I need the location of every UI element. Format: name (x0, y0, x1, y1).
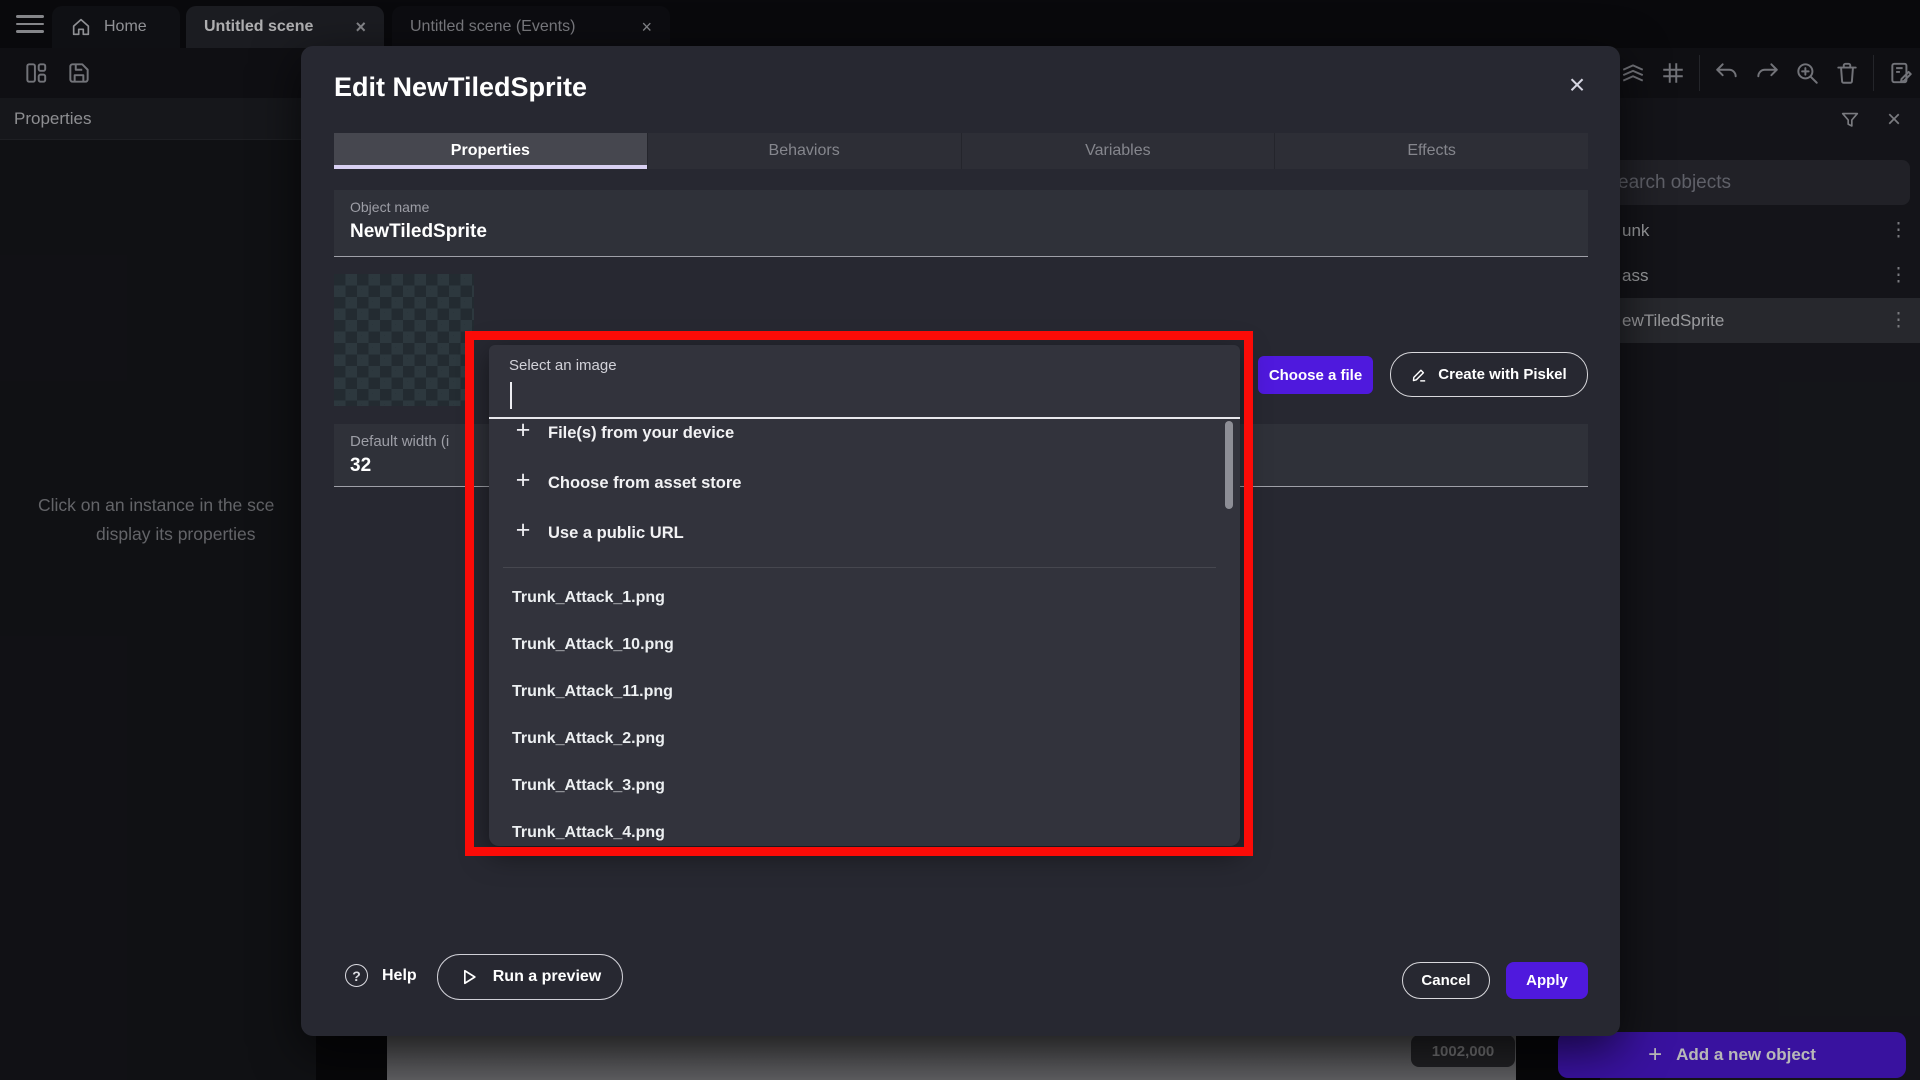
dialog-tabs: Properties Behaviors Variables Effects (334, 133, 1588, 169)
help-icon: ? (345, 964, 368, 987)
menu-item-file[interactable]: Trunk_Attack_4.png (489, 808, 1240, 846)
apply-button[interactable]: Apply (1506, 962, 1588, 999)
menu-item-file[interactable]: Trunk_Attack_3.png (489, 761, 1240, 811)
create-with-piskel-button[interactable]: Create with Piskel (1390, 352, 1588, 397)
menu-item-public-url[interactable]: + Use a public URL (489, 508, 1240, 558)
plus-icon: + (512, 466, 534, 495)
help-button[interactable]: ? Help (345, 964, 417, 987)
tab-behaviors[interactable]: Behaviors (647, 133, 961, 169)
object-name-value: NewTiledSprite (350, 221, 487, 243)
choose-a-file-button[interactable]: Choose a file (1258, 356, 1373, 394)
plus-icon: + (512, 516, 534, 545)
dropdown-scrollbar[interactable] (1225, 421, 1233, 509)
object-name-label: Object name (350, 199, 429, 215)
close-icon[interactable]: × (1560, 68, 1594, 102)
select-image-label: Select an image (509, 357, 617, 374)
select-image-dropdown: Select an image + File(s) from your devi… (489, 345, 1240, 846)
tab-effects[interactable]: Effects (1274, 133, 1588, 169)
plus-icon: + (512, 416, 534, 445)
sprite-preview-checkerboard (334, 274, 474, 406)
menu-item-file[interactable]: Trunk_Attack_10.png (489, 620, 1240, 670)
menu-divider (503, 567, 1216, 568)
text-cursor (510, 382, 512, 409)
run-a-preview-button[interactable]: Run a preview (437, 954, 623, 1000)
cancel-button[interactable]: Cancel (1402, 962, 1490, 999)
menu-item-file[interactable]: Trunk_Attack_2.png (489, 714, 1240, 764)
tab-variables[interactable]: Variables (961, 133, 1275, 169)
app-window: Home Untitled scene × Untitled scene (Ev… (0, 0, 1920, 1080)
menu-item-choose-asset-store[interactable]: + Choose from asset store (489, 458, 1240, 508)
menu-item-file[interactable]: Trunk_Attack_1.png (489, 573, 1240, 623)
menu-item-files-from-device[interactable]: + File(s) from your device (489, 408, 1240, 458)
default-width-value: 32 (350, 455, 371, 477)
default-width-label: Default width (i (350, 433, 449, 450)
play-icon (459, 967, 479, 987)
pencil-icon (1411, 366, 1428, 383)
dialog-title: Edit NewTiledSprite (334, 72, 587, 103)
object-name-field[interactable]: Object name NewTiledSprite (334, 190, 1588, 257)
tab-properties[interactable]: Properties (334, 133, 647, 169)
edit-object-dialog: Edit NewTiledSprite × Properties Behavio… (301, 46, 1620, 1036)
menu-item-file[interactable]: Trunk_Attack_11.png (489, 667, 1240, 717)
